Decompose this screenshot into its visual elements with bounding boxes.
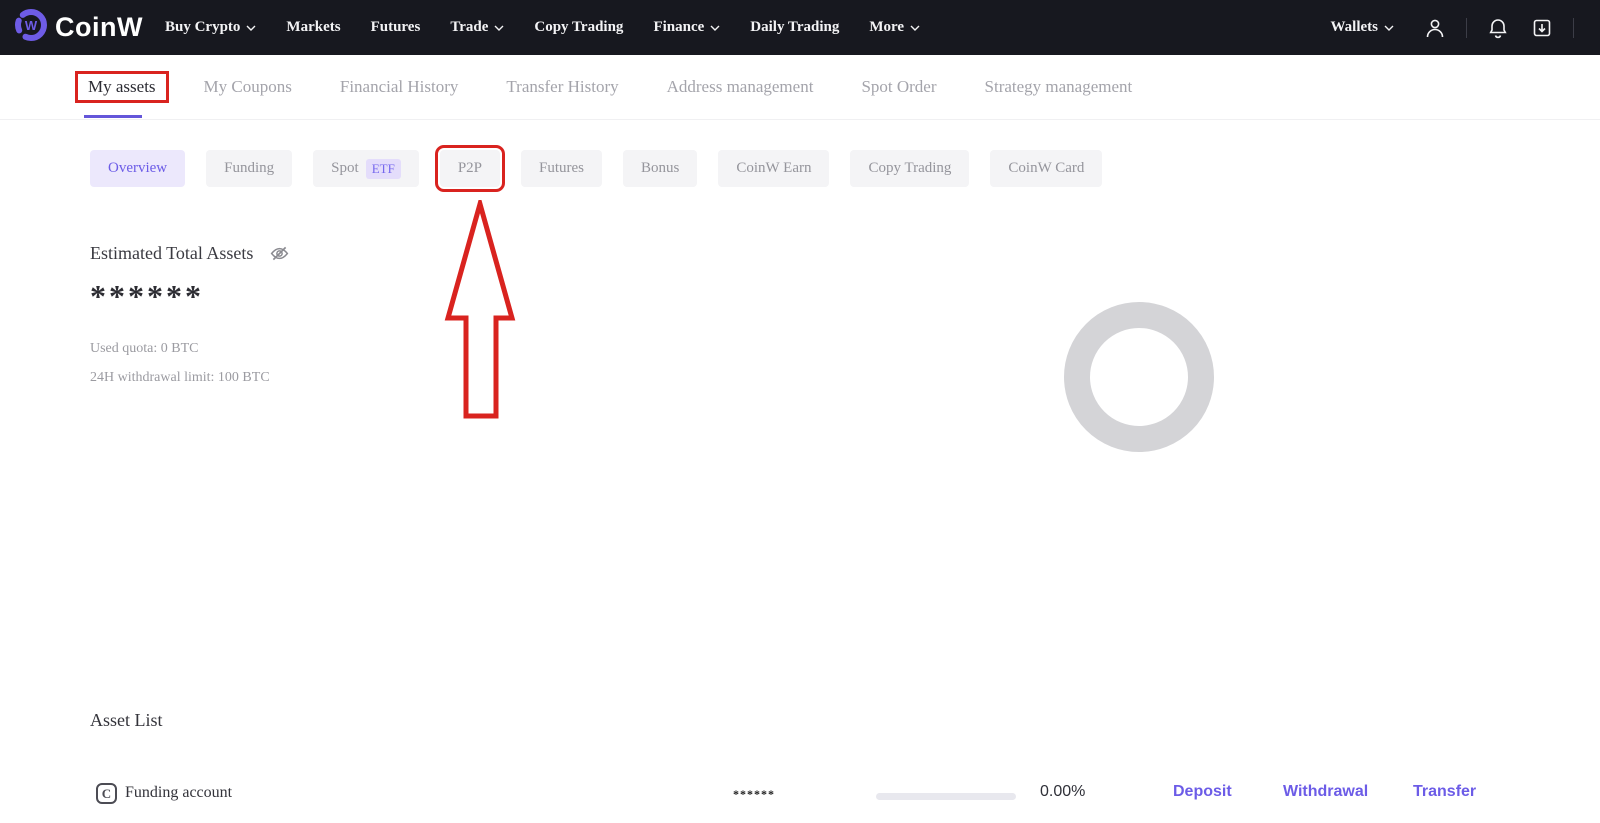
pill-overview[interactable]: Overview [90, 150, 186, 187]
pill-p2p[interactable]: P2P [434, 145, 506, 192]
chevron-down-icon [246, 19, 256, 36]
chevron-down-icon [910, 19, 920, 36]
pill-funding[interactable]: Funding [206, 150, 293, 187]
topnav-right: Wallets [1331, 15, 1574, 41]
top-navbar: W CoinW Buy Crypto Markets Futures Trade… [0, 0, 1600, 55]
asset-allocation-donut [1063, 301, 1215, 458]
asset-row-funding: C Funding account ****** 0.00% Deposit W… [0, 775, 1600, 823]
etf-badge: ETF [365, 158, 401, 179]
estimated-total-assets-block: Estimated Total Assets ****** Used quota… [90, 243, 290, 386]
coinw-logo-icon: W [14, 8, 48, 47]
withdrawal-limit-text: 24H withdrawal limit: 100 BTC [90, 370, 270, 385]
nav-item-trade[interactable]: Trade [450, 19, 504, 36]
bell-icon[interactable] [1485, 15, 1511, 41]
pill-coinw-card[interactable]: CoinW Card [990, 150, 1103, 187]
used-quota-text: Used quota: 0 BTC [90, 341, 199, 356]
asset-list-title: Asset List [90, 710, 163, 730]
coinw-logo[interactable]: W CoinW [14, 8, 143, 47]
tab-address-management[interactable]: Address management [667, 77, 814, 97]
chevron-down-icon [1384, 19, 1394, 36]
nav-item-buy-crypto[interactable]: Buy Crypto [165, 19, 256, 36]
tab-spot-order[interactable]: Spot Order [861, 77, 936, 97]
nav-item-copy-trading[interactable]: Copy Trading [534, 19, 623, 36]
pill-spot[interactable]: Spot ETF [313, 150, 419, 187]
eye-off-icon[interactable] [269, 243, 290, 264]
divider [1573, 17, 1574, 38]
pill-futures[interactable]: Futures [521, 150, 602, 187]
assets-subnav: My assets My Coupons Financial History T… [0, 55, 1600, 120]
coinw-account-icon: C [96, 783, 117, 804]
nav-item-markets[interactable]: Markets [286, 19, 340, 36]
pill-bonus[interactable]: Bonus [623, 150, 698, 187]
account-type-pills: Overview Funding Spot ETF P2P Futures Bo… [90, 145, 1103, 192]
hidden-total-assets-value: ****** [90, 278, 204, 314]
tab-transfer-history[interactable]: Transfer History [506, 77, 618, 97]
allocation-progress-bar [876, 793, 1016, 800]
estimated-total-assets-label: Estimated Total Assets [90, 243, 254, 263]
user-icon[interactable] [1422, 15, 1448, 41]
svg-text:W: W [25, 18, 38, 33]
chevron-down-icon [710, 19, 720, 36]
tab-my-assets[interactable]: My assets [75, 71, 169, 103]
tab-financial-history[interactable]: Financial History [340, 77, 459, 97]
allocation-percent: 0.00% [1040, 783, 1086, 800]
tab-strategy-management[interactable]: Strategy management [985, 77, 1133, 97]
wallets-menu[interactable]: Wallets [1331, 19, 1395, 36]
active-tab-underline [84, 115, 142, 118]
account-name: Funding account [125, 784, 233, 801]
download-icon[interactable] [1529, 15, 1555, 41]
brand-name: CoinW [55, 12, 143, 42]
hidden-balance-value: ****** [733, 787, 775, 801]
annotation-box-my-assets: My assets [75, 71, 169, 103]
nav-item-daily-trading[interactable]: Daily Trading [750, 19, 839, 36]
nav-item-more[interactable]: More [869, 19, 920, 36]
deposit-link[interactable]: Deposit [1173, 783, 1232, 801]
transfer-link[interactable]: Transfer [1413, 783, 1476, 801]
withdrawal-link[interactable]: Withdrawal [1283, 783, 1368, 801]
pill-copy-trading[interactable]: Copy Trading [850, 150, 970, 187]
nav-item-finance[interactable]: Finance [653, 19, 720, 36]
nav-item-futures[interactable]: Futures [371, 19, 421, 36]
assets-overview-panel: Overview Funding Spot ETF P2P Futures Bo… [0, 120, 1600, 823]
annotation-arrow-up [444, 194, 516, 425]
divider [1466, 17, 1467, 38]
topnav-menu: Buy Crypto Markets Futures Trade Copy Tr… [165, 19, 920, 36]
pill-coinw-earn[interactable]: CoinW Earn [718, 150, 830, 187]
tab-my-coupons[interactable]: My Coupons [204, 77, 292, 97]
chevron-down-icon [494, 19, 504, 36]
